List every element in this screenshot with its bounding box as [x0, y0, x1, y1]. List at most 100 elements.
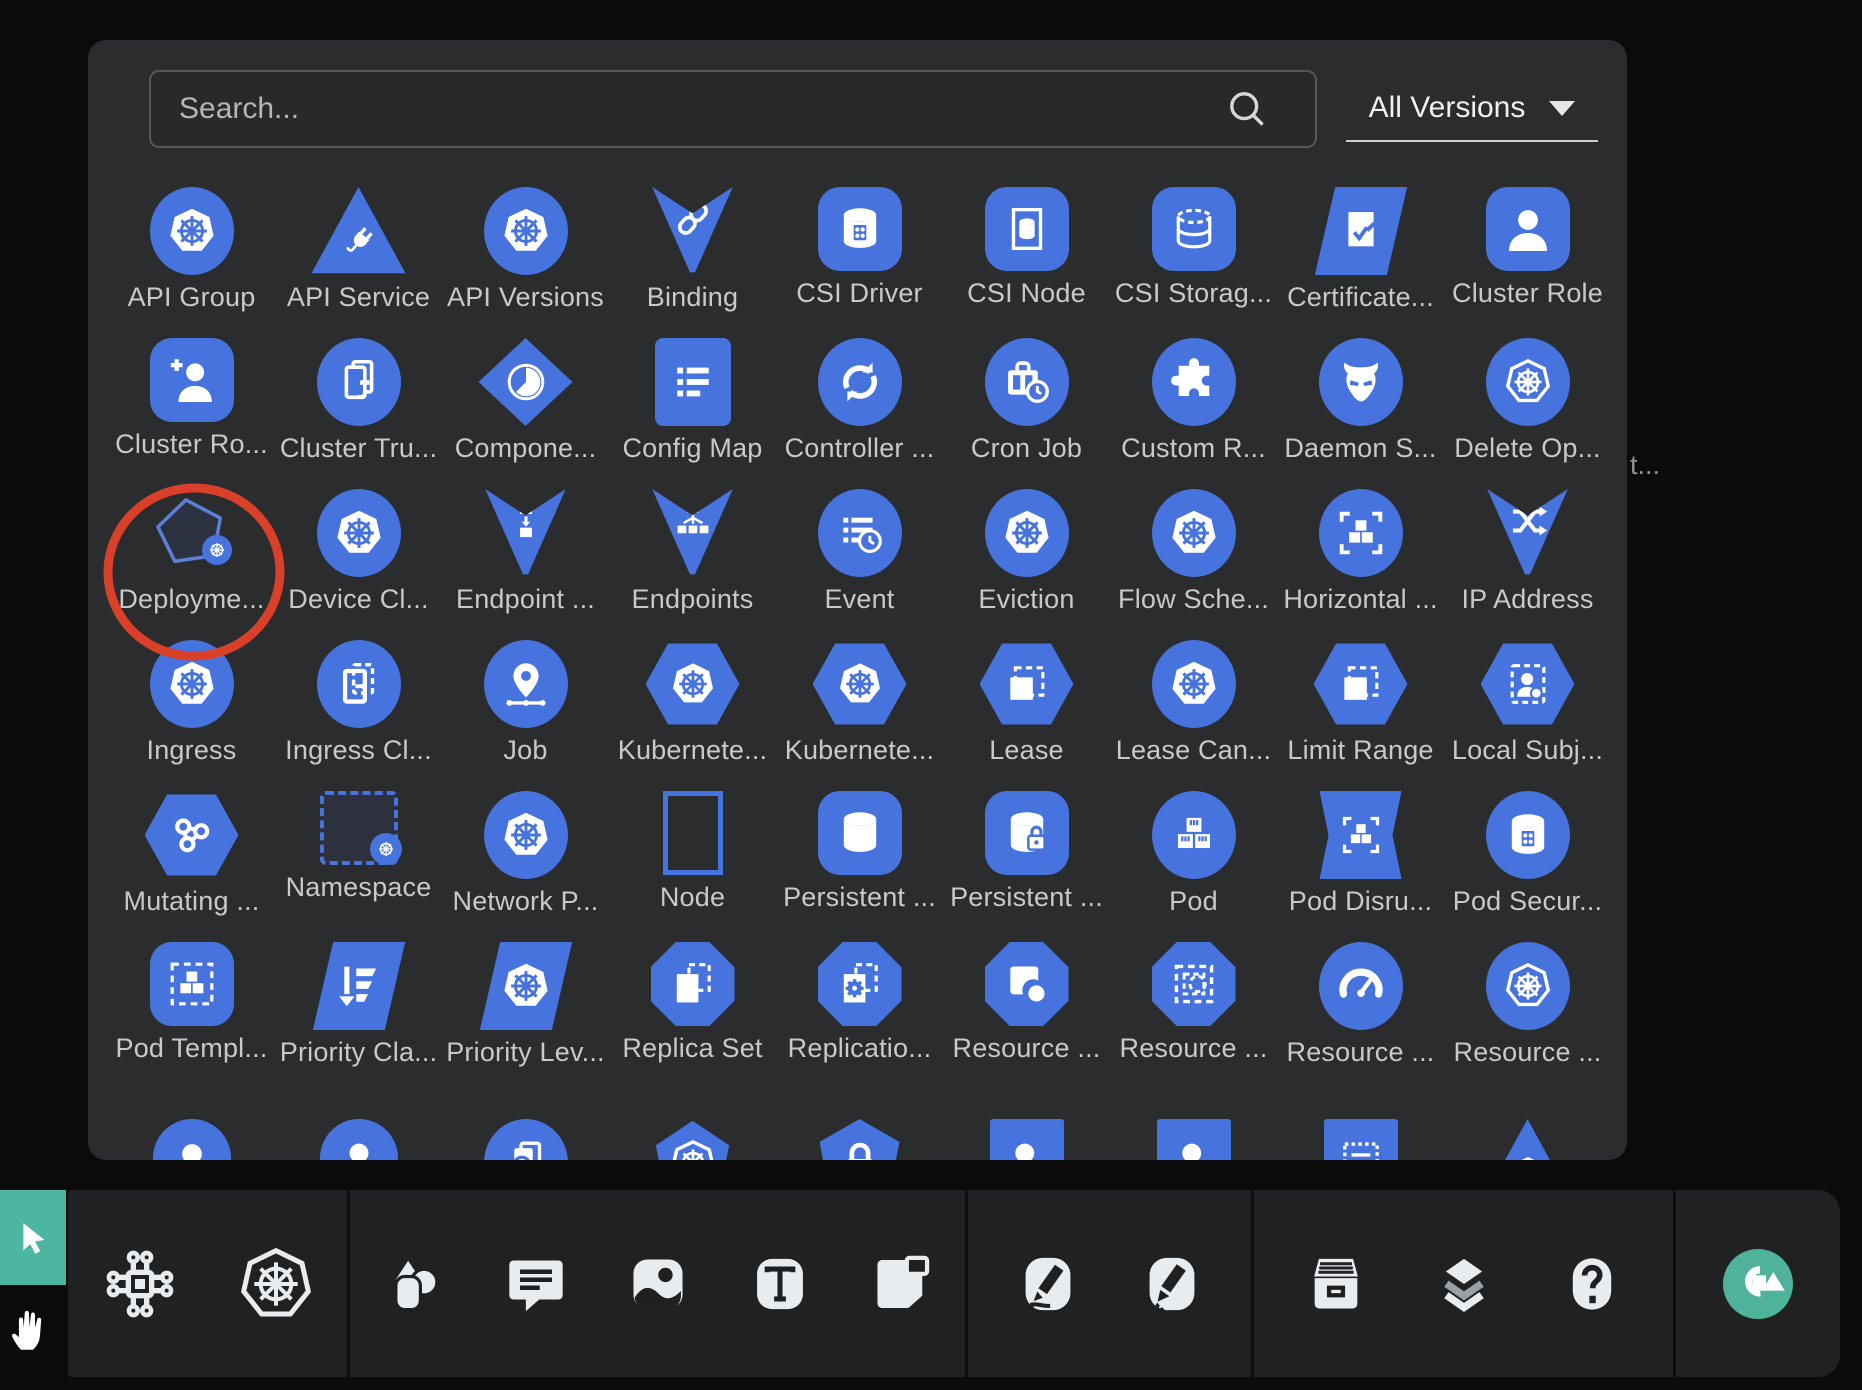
grid-item-compone[interactable]: Compone... — [442, 338, 609, 489]
grid-item-label: Controller ... — [785, 433, 935, 464]
grid-item-replica-set[interactable]: Replica Set — [609, 942, 776, 1093]
grid-item-label: Priority Lev... — [446, 1037, 605, 1068]
grid-item-ip-address[interactable]: IP Address — [1444, 489, 1611, 640]
partial-62-icon — [1481, 1119, 1575, 1160]
csi-storag-icon — [1152, 187, 1236, 271]
grid-item-priority-lev[interactable]: Priority Lev... — [442, 942, 609, 1093]
grid-item-priority-cla[interactable]: Priority Cla... — [275, 942, 442, 1093]
grid-item-ingress-cl[interactable]: Ingress Cl... — [275, 640, 442, 791]
pencil-tool[interactable] — [1140, 1252, 1204, 1316]
text-tool[interactable] — [748, 1252, 812, 1316]
grid-item-label: Priority Cla... — [280, 1037, 438, 1068]
grid-item-daemon-s[interactable]: Daemon S... — [1277, 338, 1444, 489]
grid-item-event[interactable]: Event — [776, 489, 943, 640]
grid-item-flow-sche[interactable]: Flow Sche... — [1110, 489, 1277, 640]
grid-item-namespace[interactable]: Namespace — [275, 791, 442, 942]
grid-item-cluster-role[interactable]: Cluster Role — [1444, 187, 1611, 338]
grid-item-label: API Service — [287, 282, 430, 313]
comment-tool[interactable] — [504, 1252, 568, 1316]
grid-item-kubernete[interactable]: Kubernete... — [609, 640, 776, 791]
grid-item-api-group[interactable]: API Group — [108, 187, 275, 338]
grid-item-cluster-ro[interactable]: Cluster Ro... — [108, 338, 275, 489]
grid-item-resource[interactable]: Resource ... — [1110, 942, 1277, 1093]
circuit-tool[interactable] — [100, 1244, 180, 1324]
grid-item-partial-60[interactable] — [1110, 1093, 1277, 1160]
text-icon — [748, 1252, 812, 1316]
grid-item-resource[interactable]: Resource ... — [1444, 942, 1611, 1093]
kubernetes-shapes-tool[interactable] — [236, 1244, 316, 1324]
grid-item-certificate[interactable]: Certificate... — [1277, 187, 1444, 338]
grid-item-delete-op[interactable]: Delete Op... — [1444, 338, 1611, 489]
grid-item-lease-can[interactable]: Lease Can... — [1110, 640, 1277, 791]
grid-item-controller[interactable]: Controller ... — [776, 338, 943, 489]
grid-item-partial-58[interactable] — [776, 1093, 943, 1160]
endpoint-icon — [484, 489, 568, 577]
grid-item-pod-templ[interactable]: Pod Templ... — [108, 942, 275, 1093]
grid-item-pod-disru[interactable]: Pod Disru... — [1277, 791, 1444, 942]
grid-item-label: CSI Storag... — [1115, 278, 1272, 309]
grid-item-resource[interactable]: Resource ... — [943, 942, 1110, 1093]
grid-item-custom-r[interactable]: Custom R... — [1110, 338, 1277, 489]
grid-item-cluster-tru[interactable]: Cluster Tru... — [275, 338, 442, 489]
grid-item-cron-job[interactable]: Cron Job — [943, 338, 1110, 489]
layers-icon — [1432, 1252, 1496, 1316]
local-subj-icon — [1481, 640, 1575, 728]
shapes-tool[interactable] — [382, 1252, 446, 1316]
app-logo-button[interactable] — [1718, 1244, 1798, 1324]
grid-item-endpoint[interactable]: Endpoint ... — [442, 489, 609, 640]
grid-item-network-p[interactable]: Network P... — [442, 791, 609, 942]
grid-item-partial-54[interactable] — [108, 1093, 275, 1160]
hand-tool[interactable] — [0, 1290, 62, 1370]
grid-item-persistent[interactable]: Persistent ... — [776, 791, 943, 942]
grid-item-partial-59[interactable] — [943, 1093, 1110, 1160]
grid-item-api-service[interactable]: API Service — [275, 187, 442, 338]
grid-item-label: Delete Op... — [1454, 433, 1600, 464]
grid-item-kubernete[interactable]: Kubernete... — [776, 640, 943, 791]
help-tool[interactable] — [1560, 1252, 1624, 1316]
grid-item-label: Replicatio... — [788, 1033, 932, 1064]
grid-item-pod[interactable]: Pod — [1110, 791, 1277, 942]
grid-item-api-versions[interactable]: API Versions — [442, 187, 609, 338]
grid-item-partial-61[interactable] — [1277, 1093, 1444, 1160]
grid-item-device-cl[interactable]: Device Cl... — [275, 489, 442, 640]
grid-item-persistent[interactable]: Persistent ... — [943, 791, 1110, 942]
note-tool[interactable] — [870, 1252, 934, 1316]
grid-item-pod-secur[interactable]: Pod Secur... — [1444, 791, 1611, 942]
grid-item-config-map[interactable]: Config Map — [609, 338, 776, 489]
grid-item-csi-driver[interactable]: CSI Driver — [776, 187, 943, 338]
layers-tool[interactable] — [1432, 1252, 1496, 1316]
shapes-icon — [382, 1252, 446, 1316]
device-cl-icon — [317, 489, 401, 577]
grid-item-local-subj[interactable]: Local Subj... — [1444, 640, 1611, 791]
kubernete-icon — [813, 640, 907, 728]
grid-item-partial-57[interactable] — [609, 1093, 776, 1160]
grid-item-partial-56[interactable] — [442, 1093, 609, 1160]
search-input[interactable] — [151, 92, 1223, 126]
grid-item-lease[interactable]: Lease — [943, 640, 1110, 791]
grid-item-binding[interactable]: Binding — [609, 187, 776, 338]
version-dropdown[interactable]: All Versions — [1346, 76, 1598, 142]
grid-item-partial-62[interactable] — [1444, 1093, 1611, 1160]
cron-job-icon — [985, 338, 1069, 426]
image-tool[interactable] — [626, 1252, 690, 1316]
grid-item-partial-55[interactable] — [275, 1093, 442, 1160]
archive-tool[interactable] — [1304, 1252, 1368, 1316]
grid-item-csi-node[interactable]: CSI Node — [943, 187, 1110, 338]
grid-item-deployme[interactable]: Deployme... — [108, 489, 275, 640]
grid-item-mutating[interactable]: Mutating ... — [108, 791, 275, 942]
grid-item-replicatio[interactable]: Replicatio... — [776, 942, 943, 1093]
grid-item-node[interactable]: Node — [609, 791, 776, 942]
resource-icon — [985, 942, 1069, 1026]
grid-item-horizontal[interactable]: Horizontal ... — [1277, 489, 1444, 640]
grid-item-csi-storag[interactable]: CSI Storag... — [1110, 187, 1277, 338]
grid-item-eviction[interactable]: Eviction — [943, 489, 1110, 640]
pod-templ-icon — [150, 942, 234, 1026]
grid-item-label: CSI Driver — [796, 278, 923, 309]
arrow-pen-tool[interactable] — [1016, 1252, 1080, 1316]
grid-item-ingress[interactable]: Ingress — [108, 640, 275, 791]
grid-item-limit-range[interactable]: Limit Range — [1277, 640, 1444, 791]
selection-tool[interactable] — [0, 1190, 66, 1285]
grid-item-job[interactable]: Job — [442, 640, 609, 791]
grid-item-resource[interactable]: Resource ... — [1277, 942, 1444, 1093]
grid-item-endpoints[interactable]: Endpoints — [609, 489, 776, 640]
